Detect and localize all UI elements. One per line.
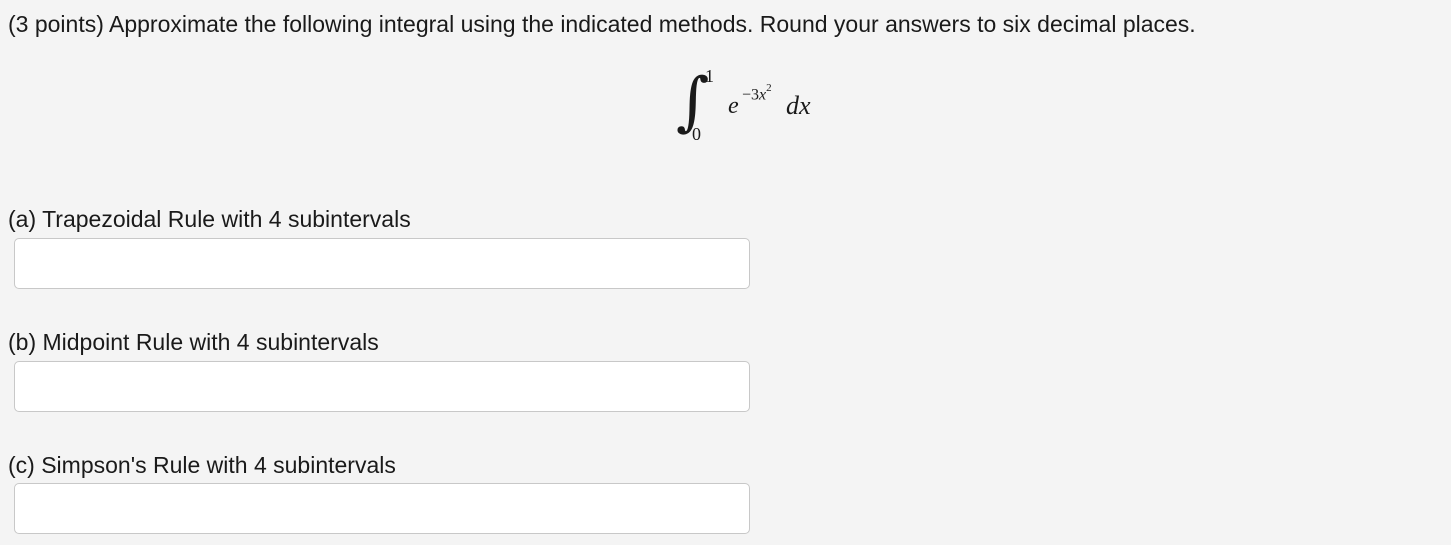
integrand-base: e bbox=[728, 93, 739, 119]
part-c-answer-input[interactable] bbox=[14, 483, 750, 534]
integral-lower-limit: 0 bbox=[692, 124, 701, 144]
exponent-power: 2 bbox=[766, 82, 772, 94]
part-c-label: (c) Simpson's Rule with 4 subintervals bbox=[8, 452, 396, 478]
part-b-label: (b) Midpoint Rule with 4 subintervals bbox=[8, 329, 379, 355]
integral-differential: dx bbox=[786, 91, 811, 120]
integrand-exponent: −3x2 bbox=[742, 82, 772, 104]
exponent-coefficient: −3 bbox=[742, 86, 760, 104]
part-b-answer-input[interactable] bbox=[14, 361, 750, 412]
integral-upper-limit: 1 bbox=[705, 66, 714, 86]
part-a-answer-input[interactable] bbox=[14, 238, 750, 289]
part-a-label: (a) Trapezoidal Rule with 4 subintervals bbox=[8, 206, 411, 232]
question-text: (3 points) Approximate the following int… bbox=[8, 11, 1196, 37]
integral-formula: ∫ 1 0 e −3x2 dx bbox=[676, 62, 836, 152]
